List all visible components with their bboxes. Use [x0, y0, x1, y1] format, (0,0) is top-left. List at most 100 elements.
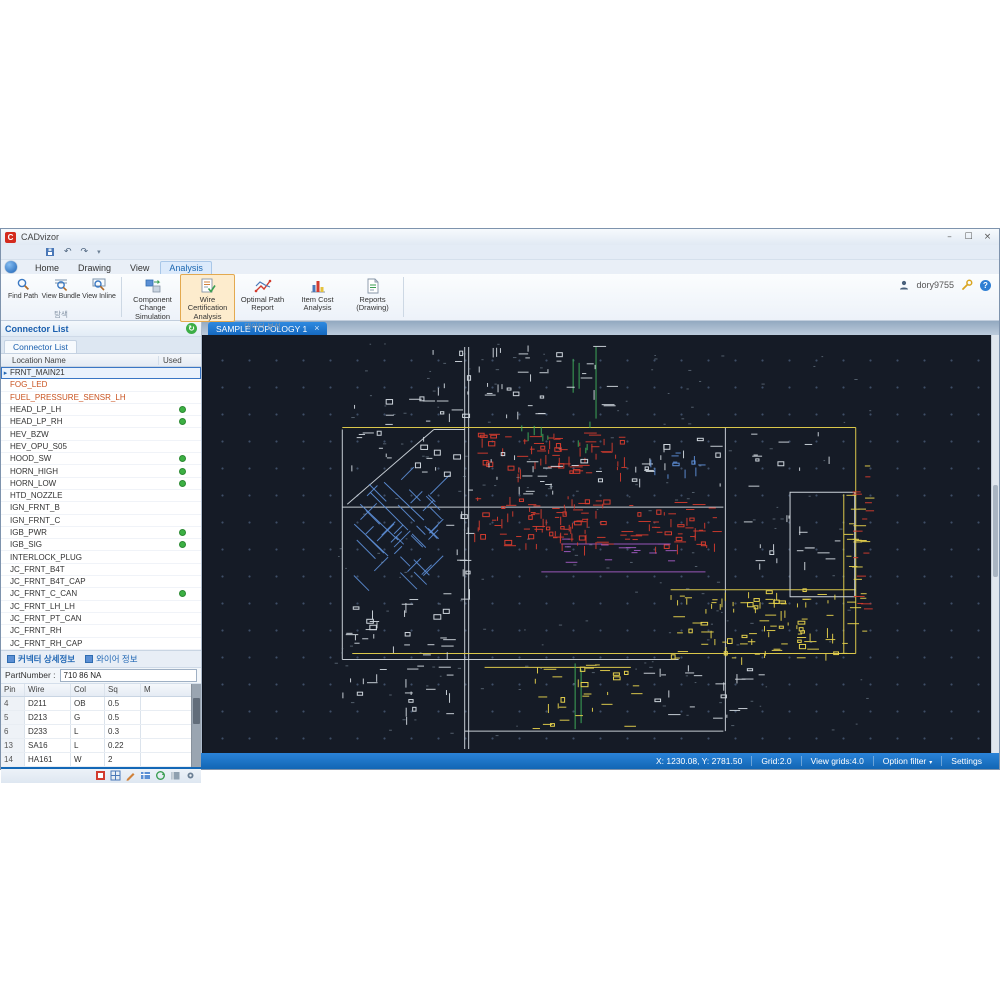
- tab-analysis[interactable]: Analysis: [160, 261, 212, 274]
- settings-button[interactable]: Settings: [941, 756, 991, 766]
- button-line1: Wire Certification: [187, 295, 228, 313]
- pin-table-scrollbar[interactable]: [191, 683, 201, 767]
- connector-row[interactable]: HOOD_SW: [1, 453, 201, 466]
- wrench-icon[interactable]: [961, 279, 973, 291]
- tool-table-icon[interactable]: [140, 770, 151, 781]
- view-bundle-button[interactable]: View Bundle: [42, 274, 80, 310]
- tab-home[interactable]: Home: [27, 262, 67, 274]
- redo-icon[interactable]: ↷: [81, 247, 89, 257]
- pin-row[interactable]: 13 SA16 L 0.22: [1, 738, 201, 753]
- connector-row[interactable]: HORN_HIGH: [1, 465, 201, 478]
- close-button[interactable]: ×: [978, 230, 997, 244]
- connector-row[interactable]: HEV_OPU_S05: [1, 441, 201, 454]
- tool-gear-icon[interactable]: [185, 770, 196, 781]
- connector-row[interactable]: HTD_NOZZLE: [1, 490, 201, 503]
- connector-row[interactable]: JC_FRNT_B4T_CAP: [1, 576, 201, 589]
- connector-row[interactable]: FUEL_PRESSURE_SENSR_LH: [1, 392, 201, 404]
- minimize-button[interactable]: –: [940, 230, 959, 244]
- ribbon-separator: [403, 277, 404, 317]
- view-inline-icon: [92, 278, 106, 291]
- connector-name: JC_FRNT_RH: [10, 626, 62, 636]
- pin-column-header: Col: [71, 683, 105, 696]
- tool-refresh-icon[interactable]: [155, 770, 166, 781]
- connector-row[interactable]: HEV_BZW: [1, 428, 201, 441]
- reports-drawing-button[interactable]: Reports (Drawing): [345, 274, 400, 322]
- connector-row[interactable]: INTERLOCK_PLUG: [1, 551, 201, 564]
- partnumber-field[interactable]: 710 86 NA: [59, 668, 197, 682]
- help-icon[interactable]: ?: [980, 279, 991, 291]
- main-content: Connector List ↻ Connector List Location…: [1, 321, 999, 783]
- connector-row[interactable]: JC_FRNT_RH: [1, 625, 201, 638]
- column-location-name[interactable]: Location Name: [1, 355, 159, 365]
- item-cost-analysis-button[interactable]: Item Cost Analysis: [290, 274, 345, 322]
- connector-row[interactable]: JC_FRNT_B4T: [1, 564, 201, 577]
- connector-row[interactable]: JC_FRNT_C_CAN: [1, 588, 201, 601]
- connector-row[interactable]: HEAD_LP_RH: [1, 416, 201, 429]
- view-inline-label: View Inline: [82, 293, 116, 300]
- connector-row[interactable]: IGN_FRNT_B: [1, 502, 201, 515]
- canvas-vertical-scrollbar[interactable]: [991, 335, 999, 753]
- connector-list-tab[interactable]: Connector List: [4, 340, 77, 353]
- component-change-simulation-button[interactable]: Component Change Simulation: [125, 274, 180, 322]
- tool-grid-icon[interactable]: [110, 770, 121, 781]
- connector-row[interactable]: FOG_LED: [1, 379, 201, 392]
- pin-row[interactable]: 14 HA161 W 2: [1, 752, 201, 767]
- pin-row[interactable]: 4 D211 OB 0.5: [1, 696, 201, 711]
- connector-row[interactable]: HEAD_LP_LH: [1, 404, 201, 417]
- view-inline-button[interactable]: View Inline: [80, 274, 118, 310]
- option-filter-button[interactable]: Option filter ▾: [872, 756, 941, 766]
- tool-book-icon[interactable]: [170, 770, 181, 781]
- connector-name: IGN_FRNT_C: [10, 515, 61, 525]
- grid-setting[interactable]: Grid:2.0: [751, 756, 800, 766]
- connector-name: JC_FRNT_C_CAN: [10, 589, 78, 599]
- tab-drawing[interactable]: Drawing: [70, 262, 119, 274]
- optimal-path-report-button[interactable]: Optimal Path Report: [235, 274, 290, 322]
- connector-name: JC_FRNT_PT_CAN: [10, 614, 82, 624]
- view-grids-setting[interactable]: View grids:4.0: [800, 756, 873, 766]
- tab-wire-info[interactable]: 와이어 정보: [85, 653, 138, 665]
- connector-row[interactable]: HORN_LOW: [1, 478, 201, 490]
- undo-icon[interactable]: ↶: [64, 247, 72, 257]
- ribbon-group-analysis: Component Change Simulation Wire Certifi…: [125, 274, 400, 331]
- column-used[interactable]: Used: [159, 356, 201, 365]
- pin-row[interactable]: 5 D213 G 0.5: [1, 710, 201, 725]
- connector-name: IGN_FRNT_B: [10, 503, 60, 513]
- app-title: CADvizor: [21, 232, 60, 242]
- maximize-button[interactable]: ☐: [959, 230, 978, 244]
- user-name[interactable]: dory9755: [916, 280, 954, 290]
- canvas-scroll-thumb[interactable]: [993, 485, 998, 578]
- connector-list-panel: Connector List ↻ Connector List Location…: [1, 321, 202, 783]
- connector-row[interactable]: JC_FRNT_PT_CAN: [1, 613, 201, 626]
- button-line2: (Drawing): [356, 303, 389, 313]
- pin-cell: 0.5: [105, 696, 141, 710]
- view-bundle-icon: [55, 279, 68, 291]
- detail-tab-bar: 커넥터 상세정보 와이어 정보: [1, 649, 201, 668]
- file-menu-button[interactable]: [5, 261, 17, 273]
- view-bundle-label: View Bundle: [41, 293, 81, 300]
- connector-row[interactable]: JC_FRNT_LH_LH: [1, 601, 201, 613]
- connector-row[interactable]: IGB_PWR: [1, 527, 201, 540]
- tab-connector-detail[interactable]: 커넥터 상세정보: [7, 653, 75, 665]
- tool-edit-icon[interactable]: [125, 770, 136, 781]
- pin-cell: OB: [71, 696, 105, 710]
- qat-dropdown-icon[interactable]: ▾: [97, 248, 101, 256]
- pin-row[interactable]: 6 D233 L 0.3: [1, 724, 201, 739]
- connector-row[interactable]: IGB_SIG: [1, 539, 201, 552]
- quick-access-toolbar: ↶ ↷ ▾: [1, 245, 999, 260]
- reports-drawing-icon: [367, 278, 378, 294]
- topology-canvas[interactable]: [202, 335, 999, 753]
- pin-scroll-thumb[interactable]: [193, 697, 200, 724]
- connector-row[interactable]: IGN_FRNT_C: [1, 515, 201, 527]
- wire-certification-analysis-button[interactable]: Wire Certification Analysis: [180, 274, 235, 323]
- used-indicator: [178, 406, 186, 414]
- connector-name: JC_FRNT_B4T_CAP: [10, 577, 86, 587]
- connector-row[interactable]: ▸ FRNT_MAIN21: [1, 367, 201, 380]
- find-path-button[interactable]: Find Path: [4, 274, 42, 310]
- connector-name: IGB_SIG: [10, 540, 43, 550]
- tool-layers-icon[interactable]: [95, 770, 106, 781]
- tab-view[interactable]: View: [122, 262, 157, 274]
- connector-row[interactable]: JC_FRNT_RH_CAP: [1, 638, 201, 650]
- pin-column-header: Sq: [105, 683, 141, 696]
- save-icon[interactable]: [45, 247, 55, 257]
- topology-diagram: [334, 343, 875, 750]
